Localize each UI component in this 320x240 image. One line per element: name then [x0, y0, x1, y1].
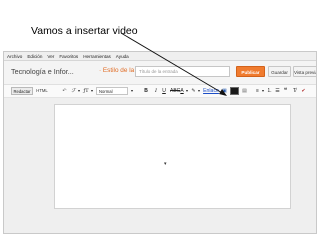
post-title-input[interactable]: Título de la entrada: [135, 66, 230, 77]
caption-text: Vamos a insertar video: [31, 25, 138, 37]
tab-html[interactable]: HTML: [35, 87, 49, 95]
tab-compose[interactable]: Redactar: [11, 87, 33, 95]
menu-archivo[interactable]: Archivo: [7, 54, 22, 59]
font-size-icon[interactable]: ƒT: [82, 87, 90, 95]
editor-header: Tecnología e Infor... · Estilo de la ent…: [4, 61, 316, 85]
numbered-list-icon[interactable]: ⒈: [266, 87, 273, 95]
italic-icon[interactable]: I: [153, 87, 159, 95]
save-button[interactable]: Guardar: [268, 66, 291, 77]
undo-icon[interactable]: ↶: [61, 87, 68, 95]
format-toolbar: Redactar HTML ↶ ℱ ▾ ƒT ▾ Normal ▾ B I U …: [4, 85, 316, 98]
quote-icon[interactable]: ❝: [282, 87, 289, 95]
font-size-chevron-icon[interactable]: ▾: [90, 87, 94, 95]
align-chevron-icon[interactable]: ▾: [261, 87, 265, 95]
image-icon[interactable]: ▣: [220, 87, 229, 95]
menu-edicion[interactable]: Edición: [27, 54, 42, 59]
highlight-chevron-icon[interactable]: ▾: [197, 87, 201, 95]
post-body-editor[interactable]: [54, 104, 291, 209]
menu-favoritos[interactable]: Favoritos: [59, 54, 78, 59]
menu-bar: Archivo Edición Ver Favoritos Herramient…: [4, 52, 316, 61]
align-icon[interactable]: ≡: [254, 87, 261, 95]
strikethrough-icon[interactable]: ABC: [170, 87, 180, 95]
text-color-chevron-icon[interactable]: ▾: [185, 87, 189, 95]
menu-ver[interactable]: Ver: [47, 54, 54, 59]
font-family-icon[interactable]: ℱ: [70, 87, 77, 95]
format-chevron-icon[interactable]: ▾: [130, 87, 134, 95]
publish-button[interactable]: Publicar: [236, 66, 265, 77]
browser-screenshot: Archivo Edición Ver Favoritos Herramient…: [3, 51, 317, 234]
menu-herramientas[interactable]: Herramientas: [83, 54, 111, 59]
video-icon[interactable]: [230, 87, 239, 95]
format-select[interactable]: Normal: [96, 87, 128, 95]
spellcheck-icon[interactable]: ✔: [300, 87, 307, 95]
jump-break-icon[interactable]: ▤: [241, 87, 248, 95]
underline-icon[interactable]: U: [161, 87, 167, 95]
menu-ayuda[interactable]: Ayuda: [116, 54, 129, 59]
remove-format-icon[interactable]: T̸: [291, 87, 298, 95]
cursor-mark-icon: ▾: [164, 161, 167, 167]
editor-area: [4, 98, 316, 233]
bulleted-list-icon[interactable]: ☰: [274, 87, 281, 95]
preview-button[interactable]: Vista previa: [293, 66, 316, 77]
highlight-icon[interactable]: ✎: [190, 87, 197, 95]
blog-title[interactable]: Tecnología e Infor...: [11, 67, 74, 76]
bold-icon[interactable]: B: [143, 87, 149, 95]
font-family-chevron-icon[interactable]: ▾: [77, 87, 81, 95]
link-enlace[interactable]: Enlace: [203, 87, 219, 95]
